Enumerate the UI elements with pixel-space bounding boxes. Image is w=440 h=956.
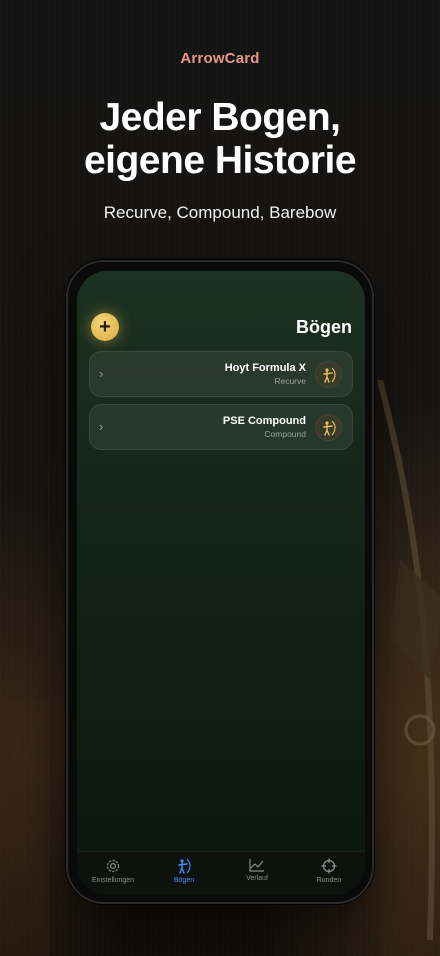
- app-screen: + Bögen › Hoyt Formula X Recurve › PSE C…: [77, 271, 365, 895]
- bow-list-item[interactable]: › Hoyt Formula X Recurve: [89, 351, 353, 397]
- bow-list-item[interactable]: › PSE Compound Compound: [89, 404, 353, 450]
- tab-boegen[interactable]: Bögen: [154, 858, 214, 884]
- tab-label: Verlauf: [246, 875, 268, 882]
- tab-verlauf[interactable]: Verlauf: [227, 858, 287, 882]
- bow-type: Compound: [264, 429, 306, 439]
- chart-icon: [249, 859, 264, 872]
- phone-mockup: + Bögen › Hoyt Formula X Recurve › PSE C…: [66, 260, 374, 904]
- brand-name: ArrowCard: [180, 50, 260, 67]
- tab-runden[interactable]: Runden: [299, 858, 359, 884]
- chevron-right-icon: ›: [99, 419, 104, 434]
- archer-icon: [178, 858, 191, 874]
- bow-name: Hoyt Formula X: [224, 362, 306, 374]
- wood-decoration: [0, 700, 50, 956]
- tab-einstellungen[interactable]: Einstellungen: [83, 858, 143, 884]
- crosshair-icon: [321, 858, 337, 874]
- gear-icon: [106, 859, 120, 873]
- bow-name: PSE Compound: [222, 415, 306, 427]
- headline: Jeder Bogen, eigene Historie: [0, 96, 440, 182]
- archer-icon: [315, 414, 342, 441]
- page-title: Bögen: [296, 317, 352, 337]
- tab-bar: Einstellungen Bögen Verlauf Runden: [77, 851, 365, 895]
- chevron-right-icon: ›: [99, 366, 104, 381]
- bow-type: Recurve: [274, 376, 306, 386]
- compound-bow-decoration: [377, 380, 440, 940]
- subline: Recurve, Compound, Barebow: [103, 203, 337, 222]
- tab-label: Bögen: [173, 877, 195, 884]
- tab-label: Einstellungen: [91, 877, 135, 884]
- headline-line-2: eigene Historie: [83, 139, 357, 182]
- tab-label: Runden: [316, 877, 342, 884]
- headline-line-1: Jeder Bogen,: [99, 96, 341, 139]
- plus-icon: +: [99, 316, 111, 338]
- archer-icon: [315, 361, 342, 388]
- add-bow-button[interactable]: +: [91, 313, 119, 341]
